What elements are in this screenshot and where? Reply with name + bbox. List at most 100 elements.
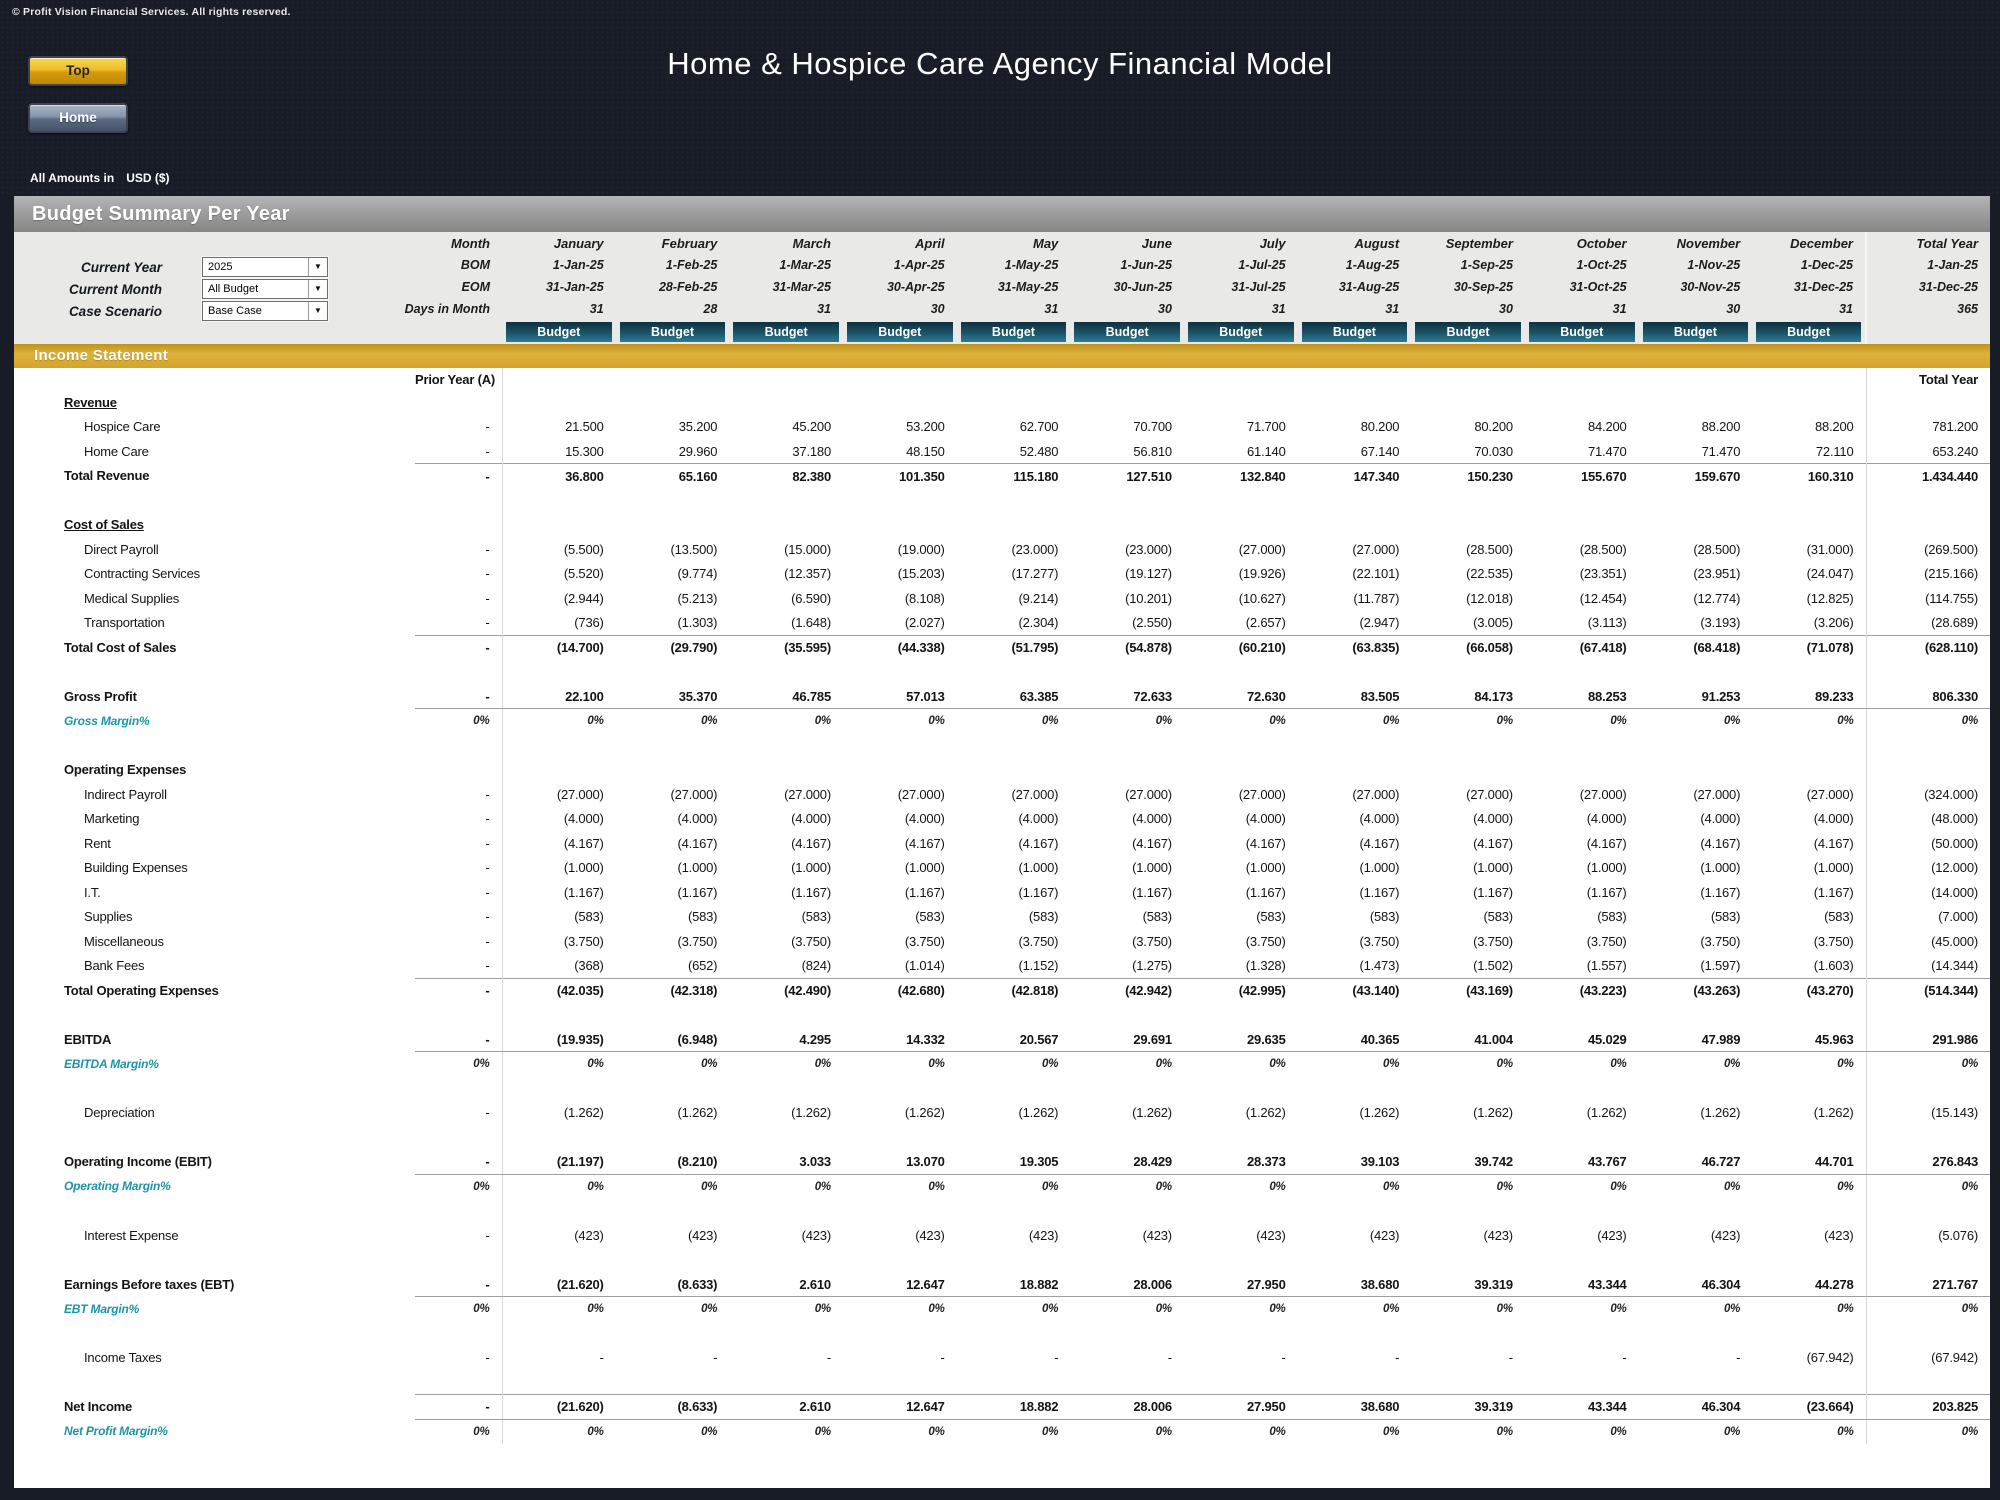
calendar-cell[interactable]: October	[1525, 232, 1639, 254]
data-cell[interactable]	[616, 1321, 730, 1346]
data-cell[interactable]: (4.167)	[502, 831, 616, 856]
prior-year-cell[interactable]: -	[415, 1027, 502, 1052]
data-cell[interactable]: 65.160	[616, 464, 730, 489]
data-cell[interactable]: (3.750)	[1298, 929, 1412, 954]
data-cell[interactable]: 147.340	[1298, 464, 1412, 489]
prior-year-cell[interactable]	[415, 1370, 502, 1395]
calendar-cell[interactable]: February	[616, 232, 730, 254]
prior-year-cell[interactable]: -	[415, 635, 502, 660]
data-cell[interactable]: 67.140	[1298, 439, 1412, 464]
data-cell[interactable]: (423)	[1184, 1223, 1298, 1248]
data-cell[interactable]	[1070, 1248, 1184, 1273]
data-cell[interactable]	[1184, 1003, 1298, 1028]
total-year-cell[interactable]	[1866, 1248, 1990, 1273]
data-cell[interactable]: 0%	[1184, 1419, 1298, 1444]
data-cell[interactable]: (423)	[1411, 1223, 1525, 1248]
data-cell[interactable]: (3.750)	[1411, 929, 1525, 954]
data-cell[interactable]: (1.262)	[843, 1101, 957, 1126]
prior-year-cell[interactable]: -	[415, 1223, 502, 1248]
data-cell[interactable]: (19.935)	[502, 1027, 616, 1052]
data-cell[interactable]	[502, 1370, 616, 1395]
data-cell[interactable]: -	[502, 1346, 616, 1371]
data-cell[interactable]: -	[1525, 1346, 1639, 1371]
data-cell[interactable]	[843, 1248, 957, 1273]
data-cell[interactable]: (42.818)	[957, 978, 1071, 1003]
budget-cell[interactable]: Budget	[1639, 320, 1753, 344]
budget-cell[interactable]: Budget	[1411, 320, 1525, 344]
data-cell[interactable]: (11.787)	[1298, 586, 1412, 611]
data-cell[interactable]: 91.253	[1639, 684, 1753, 709]
data-cell[interactable]: (583)	[843, 905, 957, 930]
data-cell[interactable]: (51.795)	[957, 635, 1071, 660]
data-cell[interactable]: (27.000)	[957, 782, 1071, 807]
row-label[interactable]	[14, 1248, 415, 1273]
data-cell[interactable]	[1752, 1248, 1866, 1273]
data-cell[interactable]	[1411, 488, 1525, 513]
row-label[interactable]: Total Cost of Sales	[14, 635, 415, 660]
data-cell[interactable]: 0%	[729, 709, 843, 734]
data-cell[interactable]: 45.029	[1525, 1027, 1639, 1052]
calendar-cell[interactable]: 31-Oct-25	[1525, 276, 1639, 298]
data-cell[interactable]: -	[843, 1346, 957, 1371]
data-cell[interactable]: (4.000)	[1752, 807, 1866, 832]
data-cell[interactable]	[1752, 488, 1866, 513]
data-cell[interactable]	[616, 1199, 730, 1224]
data-cell[interactable]: (423)	[1298, 1223, 1412, 1248]
calendar-cell[interactable]: 1-Dec-25	[1752, 254, 1866, 276]
data-cell[interactable]: (1.000)	[616, 856, 730, 881]
data-cell[interactable]: (3.750)	[957, 929, 1071, 954]
data-cell[interactable]: (27.000)	[1070, 782, 1184, 807]
data-cell[interactable]: 0%	[1411, 709, 1525, 734]
row-label[interactable]: Revenue	[14, 390, 415, 415]
prior-year-cell[interactable]: -	[415, 1395, 502, 1420]
data-cell[interactable]: 0%	[1070, 1052, 1184, 1077]
data-cell[interactable]: 45.963	[1752, 1027, 1866, 1052]
data-cell[interactable]: 0%	[1525, 1174, 1639, 1199]
total-year-cell[interactable]: (67.942)	[1866, 1346, 1990, 1371]
row-label[interactable]: Cost of Sales	[14, 513, 415, 538]
data-cell[interactable]: 13.070	[843, 1150, 957, 1175]
data-cell[interactable]	[616, 390, 730, 415]
data-cell[interactable]: 0%	[1639, 1419, 1753, 1444]
data-cell[interactable]: 0%	[1298, 709, 1412, 734]
data-cell[interactable]: 56.810	[1070, 439, 1184, 464]
data-cell[interactable]: (1.502)	[1411, 954, 1525, 979]
data-cell[interactable]	[502, 758, 616, 783]
calendar-cell[interactable]: 31-Mar-25	[729, 276, 843, 298]
data-cell[interactable]: 101.350	[843, 464, 957, 489]
prior-year-cell[interactable]: -	[415, 415, 502, 440]
data-cell[interactable]: (23.351)	[1525, 562, 1639, 587]
data-cell[interactable]: 0%	[1070, 1174, 1184, 1199]
data-cell[interactable]: 22.100	[502, 684, 616, 709]
data-cell[interactable]: (66.058)	[1411, 635, 1525, 660]
data-cell[interactable]: (1.000)	[729, 856, 843, 881]
data-cell[interactable]: (2.657)	[1184, 611, 1298, 636]
calendar-cell[interactable]: 1-Oct-25	[1525, 254, 1639, 276]
data-cell[interactable]: (10.201)	[1070, 586, 1184, 611]
data-cell[interactable]: 39.103	[1298, 1150, 1412, 1175]
data-cell[interactable]	[843, 1199, 957, 1224]
data-cell[interactable]: 155.670	[1525, 464, 1639, 489]
prior-year-cell[interactable]: -	[415, 880, 502, 905]
data-cell[interactable]: 0%	[1411, 1419, 1525, 1444]
data-cell[interactable]: (3.750)	[1752, 929, 1866, 954]
data-cell[interactable]: 0%	[616, 709, 730, 734]
data-cell[interactable]: (583)	[616, 905, 730, 930]
total-year-cell[interactable]: 0%	[1866, 709, 1990, 734]
data-cell[interactable]	[843, 1076, 957, 1101]
calendar-cell[interactable]: 1-Sep-25	[1411, 254, 1525, 276]
data-cell[interactable]: 35.370	[616, 684, 730, 709]
data-cell[interactable]: 0%	[1298, 1297, 1412, 1322]
data-cell[interactable]: (43.140)	[1298, 978, 1412, 1003]
row-label[interactable]: Hospice Care	[14, 415, 415, 440]
data-cell[interactable]: (27.000)	[616, 782, 730, 807]
row-label[interactable]: Gross Profit	[14, 684, 415, 709]
data-cell[interactable]: (1.167)	[843, 880, 957, 905]
data-cell[interactable]: (3.750)	[1639, 929, 1753, 954]
calendar-cell[interactable]: January	[502, 232, 616, 254]
data-cell[interactable]: 71.700	[1184, 415, 1298, 440]
calendar-cell[interactable]: 31-Aug-25	[1298, 276, 1412, 298]
data-cell[interactable]: 62.700	[957, 415, 1071, 440]
data-cell[interactable]: (8.633)	[616, 1395, 730, 1420]
prior-year-cell[interactable]: -	[415, 1150, 502, 1175]
